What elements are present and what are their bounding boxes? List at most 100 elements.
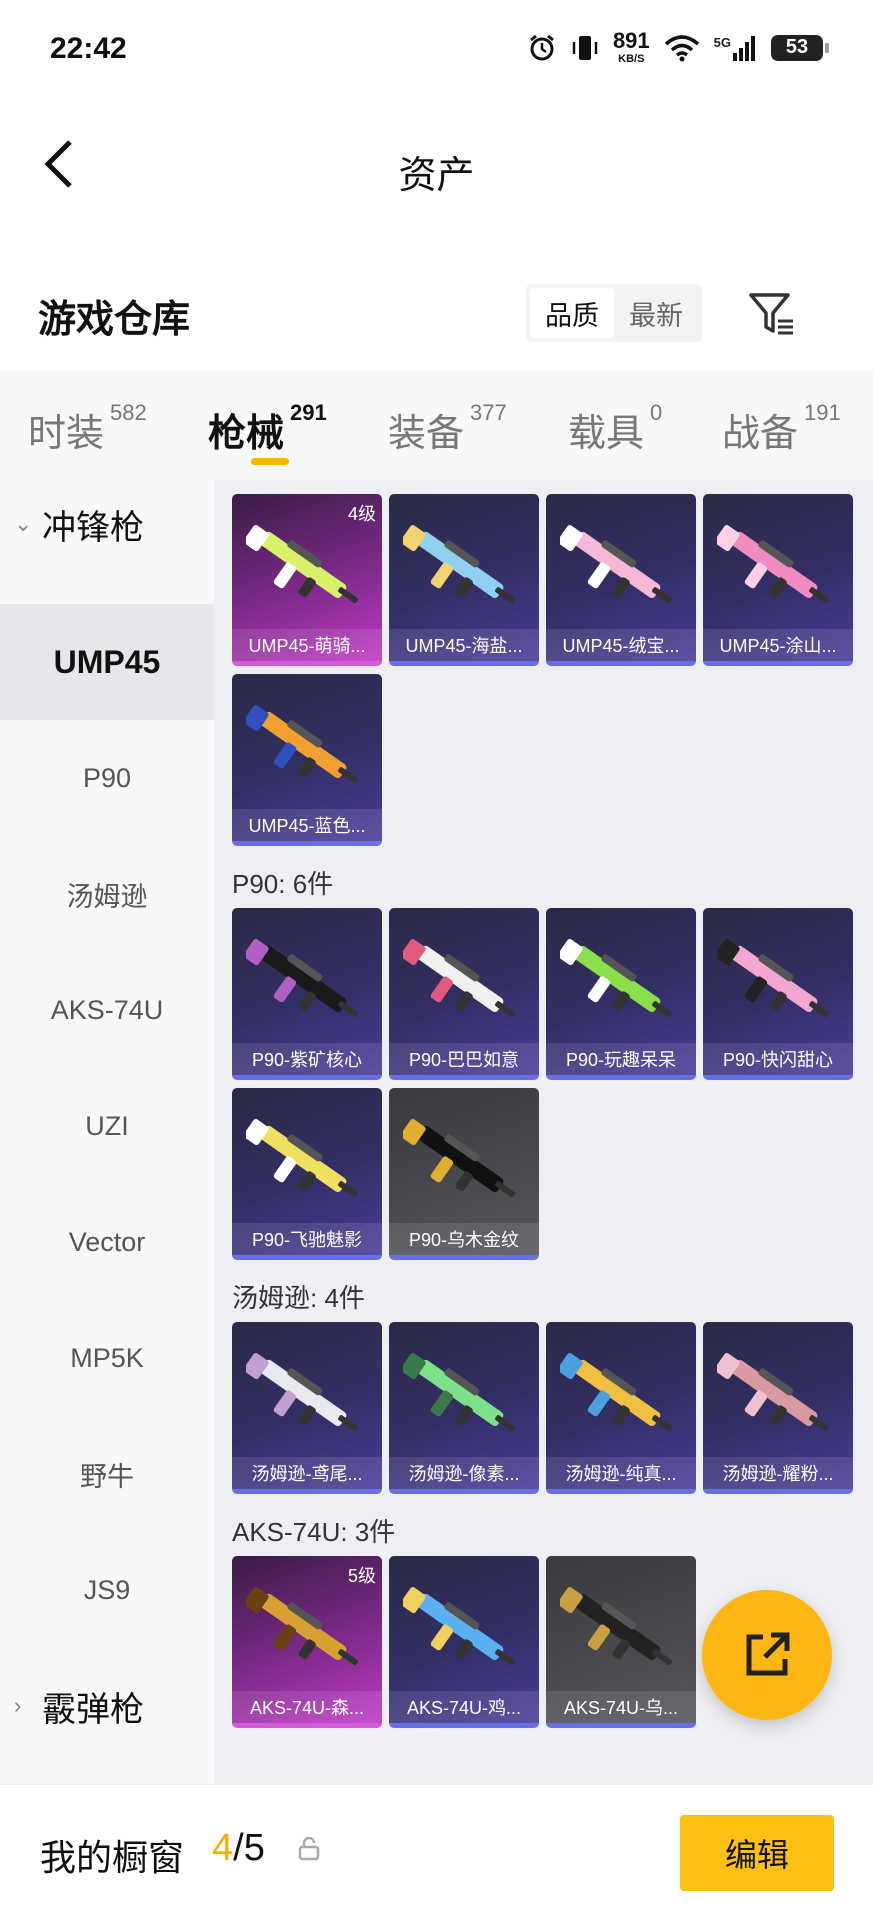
sidebar-group-label: 冲锋枪 [42, 508, 144, 547]
weapon-card[interactable]: P90-玩趣呆呆 [546, 908, 696, 1080]
weapon-name: P90-飞驰魅影 [232, 1223, 382, 1255]
weapon-name: UMP45-蓝色... [232, 809, 382, 841]
tab-label: 载具 [568, 413, 645, 455]
tab-supplies[interactable]: 战备 191 [722, 400, 841, 457]
weapon-skin-image [403, 1587, 515, 1666]
showcase-current: 4 [212, 1827, 234, 1869]
weapon-card[interactable]: UMP45-绒宝... [546, 494, 696, 666]
tab-guns[interactable]: 枪械 291 [208, 400, 327, 457]
weapon-type-sidebar: ⌄ 冲锋枪 UMP45 P90 汤姆逊 AKS-74U UZI Vector M… [0, 480, 214, 1784]
weapon-skin-image [717, 939, 829, 1018]
showcase-count: 4/5 [212, 1827, 265, 1870]
bottom-bar: 我的橱窗 4/5 编辑 [0, 1784, 873, 1920]
weapon-card[interactable]: UMP45-蓝色... [232, 674, 382, 846]
weapon-skin-image [246, 939, 358, 1018]
weapon-card[interactable]: 汤姆逊-像素... [389, 1322, 539, 1494]
lock-icon [298, 1837, 320, 1861]
net-speed-value: 891 [612, 28, 650, 53]
chevron-down-icon: ⌄ [14, 511, 33, 536]
weapon-skin-image [560, 1353, 672, 1432]
weapon-name: P90-玩趣呆呆 [546, 1043, 696, 1075]
weapon-name: P90-快闪甜心 [703, 1043, 853, 1075]
weapon-card[interactable]: 汤姆逊-鸢尾... [232, 1322, 382, 1494]
status-bar: 22:42 891 KB/S 5G 53 [0, 0, 873, 104]
wifi-icon [664, 34, 700, 62]
sidebar-item-p90[interactable]: P90 [0, 720, 214, 836]
warehouse-title: 游戏仓库 [38, 299, 191, 341]
section-title: P90: 6件 [232, 869, 334, 899]
tab-count: 582 [110, 400, 147, 425]
weapon-name: UMP45-海盐... [389, 629, 539, 661]
sidebar-item-vector[interactable]: Vector [0, 1184, 214, 1300]
share-fab-button[interactable] [702, 1590, 832, 1720]
weapon-name: AKS-74U-乌... [546, 1691, 696, 1723]
sort-quality-button[interactable]: 品质 [530, 288, 614, 338]
weapon-card[interactable]: 5级 AKS-74U-森... [232, 1556, 382, 1728]
tab-count: 0 [650, 400, 663, 425]
weapon-skin-image [246, 705, 358, 784]
sort-toggle: 品质 最新 [526, 284, 702, 342]
weapon-card[interactable]: 4级 UMP45-萌骑... [232, 494, 382, 666]
weapon-name: UMP45-萌骑... [232, 629, 382, 661]
weapon-name: 汤姆逊-鸢尾... [232, 1457, 382, 1489]
showcase-total: /5 [233, 1827, 265, 1869]
sidebar-item-aks74u[interactable]: AKS-74U [0, 952, 214, 1068]
filter-button[interactable] [744, 286, 800, 342]
weapon-skin-image [403, 1119, 515, 1198]
weapon-card[interactable]: AKS-74U-鸡... [389, 1556, 539, 1728]
weapon-card[interactable]: UMP45-涂山... [703, 494, 853, 666]
tab-count: 377 [470, 400, 507, 425]
weapon-name: UMP45-涂山... [703, 629, 853, 661]
sidebar-item-uzi[interactable]: UZI [0, 1068, 214, 1184]
weapon-card[interactable]: 汤姆逊-耀粉... [703, 1322, 853, 1494]
weapon-level-badge: 5级 [347, 1566, 376, 1586]
sort-latest-button[interactable]: 最新 [614, 288, 698, 338]
tab-count: 191 [804, 400, 841, 425]
weapon-card[interactable]: P90-快闪甜心 [703, 908, 853, 1080]
weapon-name: P90-乌木金纹 [389, 1223, 539, 1255]
weapon-name: 汤姆逊-像素... [389, 1457, 539, 1489]
section-title: AKS-74U: 3件 [232, 1517, 396, 1547]
sidebar-item-bizon[interactable]: 野牛 [0, 1416, 214, 1532]
weapon-name: UMP45-绒宝... [546, 629, 696, 661]
page-title: 资产 [398, 155, 475, 197]
weapon-card[interactable]: 汤姆逊-纯真... [546, 1322, 696, 1494]
sidebar-item-thompson[interactable]: 汤姆逊 [0, 836, 214, 952]
weapon-card[interactable]: P90-飞驰魅影 [232, 1088, 382, 1260]
sidebar-item-js9[interactable]: JS9 [0, 1532, 214, 1648]
tab-label: 枪械 [208, 413, 285, 455]
weapon-card[interactable]: AKS-74U-乌... [546, 1556, 696, 1728]
weapon-skin-image [403, 939, 515, 1018]
section-title: 汤姆逊: 4件 [232, 1283, 365, 1313]
edit-button[interactable]: 编辑 [680, 1815, 834, 1891]
weapon-skin-image [717, 525, 829, 604]
active-tab-indicator [251, 458, 289, 465]
sidebar-item-mp5k[interactable]: MP5K [0, 1300, 214, 1416]
vibrate-icon [571, 33, 599, 63]
sidebar-item-ump45[interactable]: UMP45 [0, 604, 214, 720]
chevron-right-icon: › [14, 1693, 22, 1718]
weapon-skin-image [403, 1353, 515, 1432]
weapon-card[interactable]: P90-乌木金纹 [389, 1088, 539, 1260]
status-icons: 891 KB/S 5G 53 [527, 30, 829, 65]
weapon-name: P90-紫矿核心 [232, 1043, 382, 1075]
weapon-name: AKS-74U-鸡... [389, 1691, 539, 1723]
weapon-name: AKS-74U-森... [232, 1691, 382, 1723]
net-speed: 891 KB/S [613, 30, 650, 65]
tab-label: 时装 [28, 413, 105, 455]
tab-fashion[interactable]: 时装 582 [28, 400, 147, 457]
warehouse-row: 游戏仓库 品质 最新 [0, 266, 873, 360]
tab-equipment[interactable]: 装备 377 [388, 400, 507, 457]
weapon-card[interactable]: P90-紫矿核心 [232, 908, 382, 1080]
weapon-level-badge: 4级 [347, 504, 376, 524]
sidebar-group-smg[interactable]: ⌄ 冲锋枪 [14, 494, 144, 554]
weapon-card[interactable]: UMP45-海盐... [389, 494, 539, 666]
category-tabs: 时装 582 枪械 291 装备 377 载具 0 战备 191 [0, 370, 873, 480]
showcase-label: 我的橱窗 [40, 1837, 185, 1878]
weapon-grid: 4级 UMP45-萌骑... UMP45-海盐... UMP45-绒宝... UMP45… [214, 480, 873, 1784]
net-speed-unit: KB/S [618, 53, 645, 65]
weapon-card[interactable]: P90-巴巴如意 [389, 908, 539, 1080]
weapon-skin-image [717, 1353, 829, 1432]
sidebar-group-shotgun[interactable]: › 霰弹枪 [14, 1676, 144, 1736]
tab-vehicles[interactable]: 载具 0 [568, 400, 663, 457]
